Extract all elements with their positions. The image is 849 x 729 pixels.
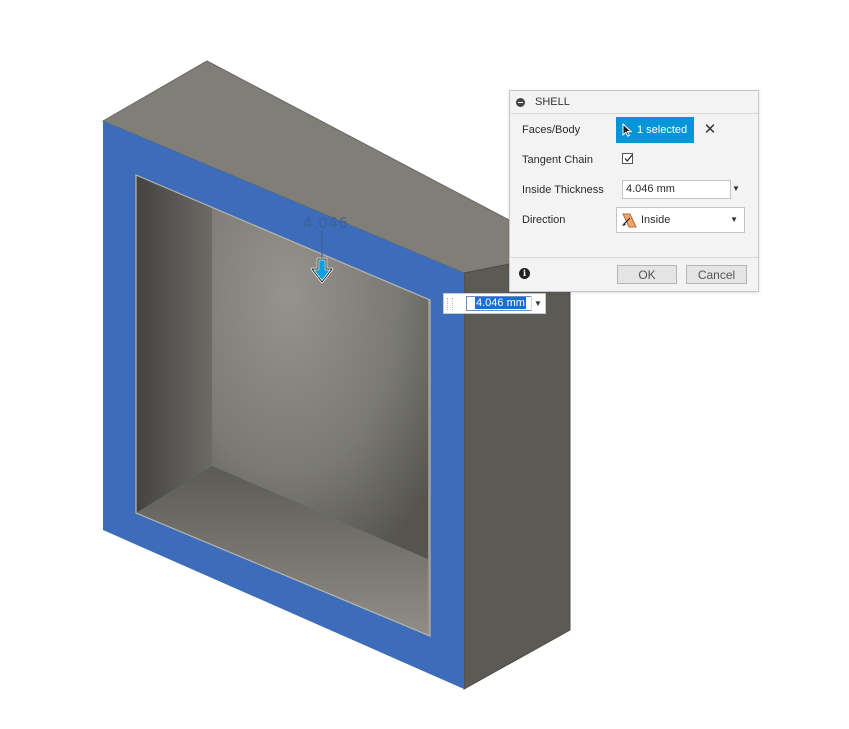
inside-thickness-input[interactable]: 4.046 mm [622,180,731,199]
chevron-down-icon[interactable]: ▼ [732,184,740,193]
drag-grip-icon[interactable] [447,298,453,310]
dialog-header: SHELL [510,91,758,114]
ok-button[interactable]: OK [617,265,677,284]
floating-thickness-input[interactable]: 4.046 mm ▼ [443,293,546,314]
shelled-box-model[interactable] [101,60,572,690]
inside-direction-icon [622,213,637,228]
direction-select[interactable]: Inside ▼ [616,207,745,233]
tangent-chain-checkbox[interactable] [622,153,633,164]
chevron-down-icon[interactable]: ▼ [531,296,544,311]
faces-body-selection-button[interactable]: 1 selected [616,117,694,143]
chevron-down-icon: ▼ [730,215,738,224]
dimension-readout: 4.046 [303,214,349,232]
tangent-chain-label: Tangent Chain [522,154,593,166]
faces-body-label: Faces/Body [522,124,581,136]
collapse-icon[interactable] [516,98,525,107]
dialog-title: SHELL [535,96,570,108]
cancel-button[interactable]: Cancel [686,265,747,284]
checkmark-icon [624,154,633,162]
selection-count: 1 selected [637,124,688,136]
direction-label: Direction [522,214,566,226]
close-icon[interactable]: ✕ [702,120,718,138]
inside-thickness-label: Inside Thickness [522,184,604,196]
box-right-face[interactable] [463,251,571,690]
direction-value: Inside [641,214,671,226]
shell-dialog: SHELL Faces/Body 1 selected ✕ Tangent Ch… [509,90,759,292]
floating-thickness-field[interactable]: 4.046 mm [466,296,532,311]
cavity-left-wall [136,175,212,513]
floating-thickness-value: 4.046 mm [475,297,526,309]
cursor-arrow-icon [622,123,632,137]
dialog-footer: i OK Cancel [510,257,758,292]
info-icon[interactable]: i [519,268,530,279]
